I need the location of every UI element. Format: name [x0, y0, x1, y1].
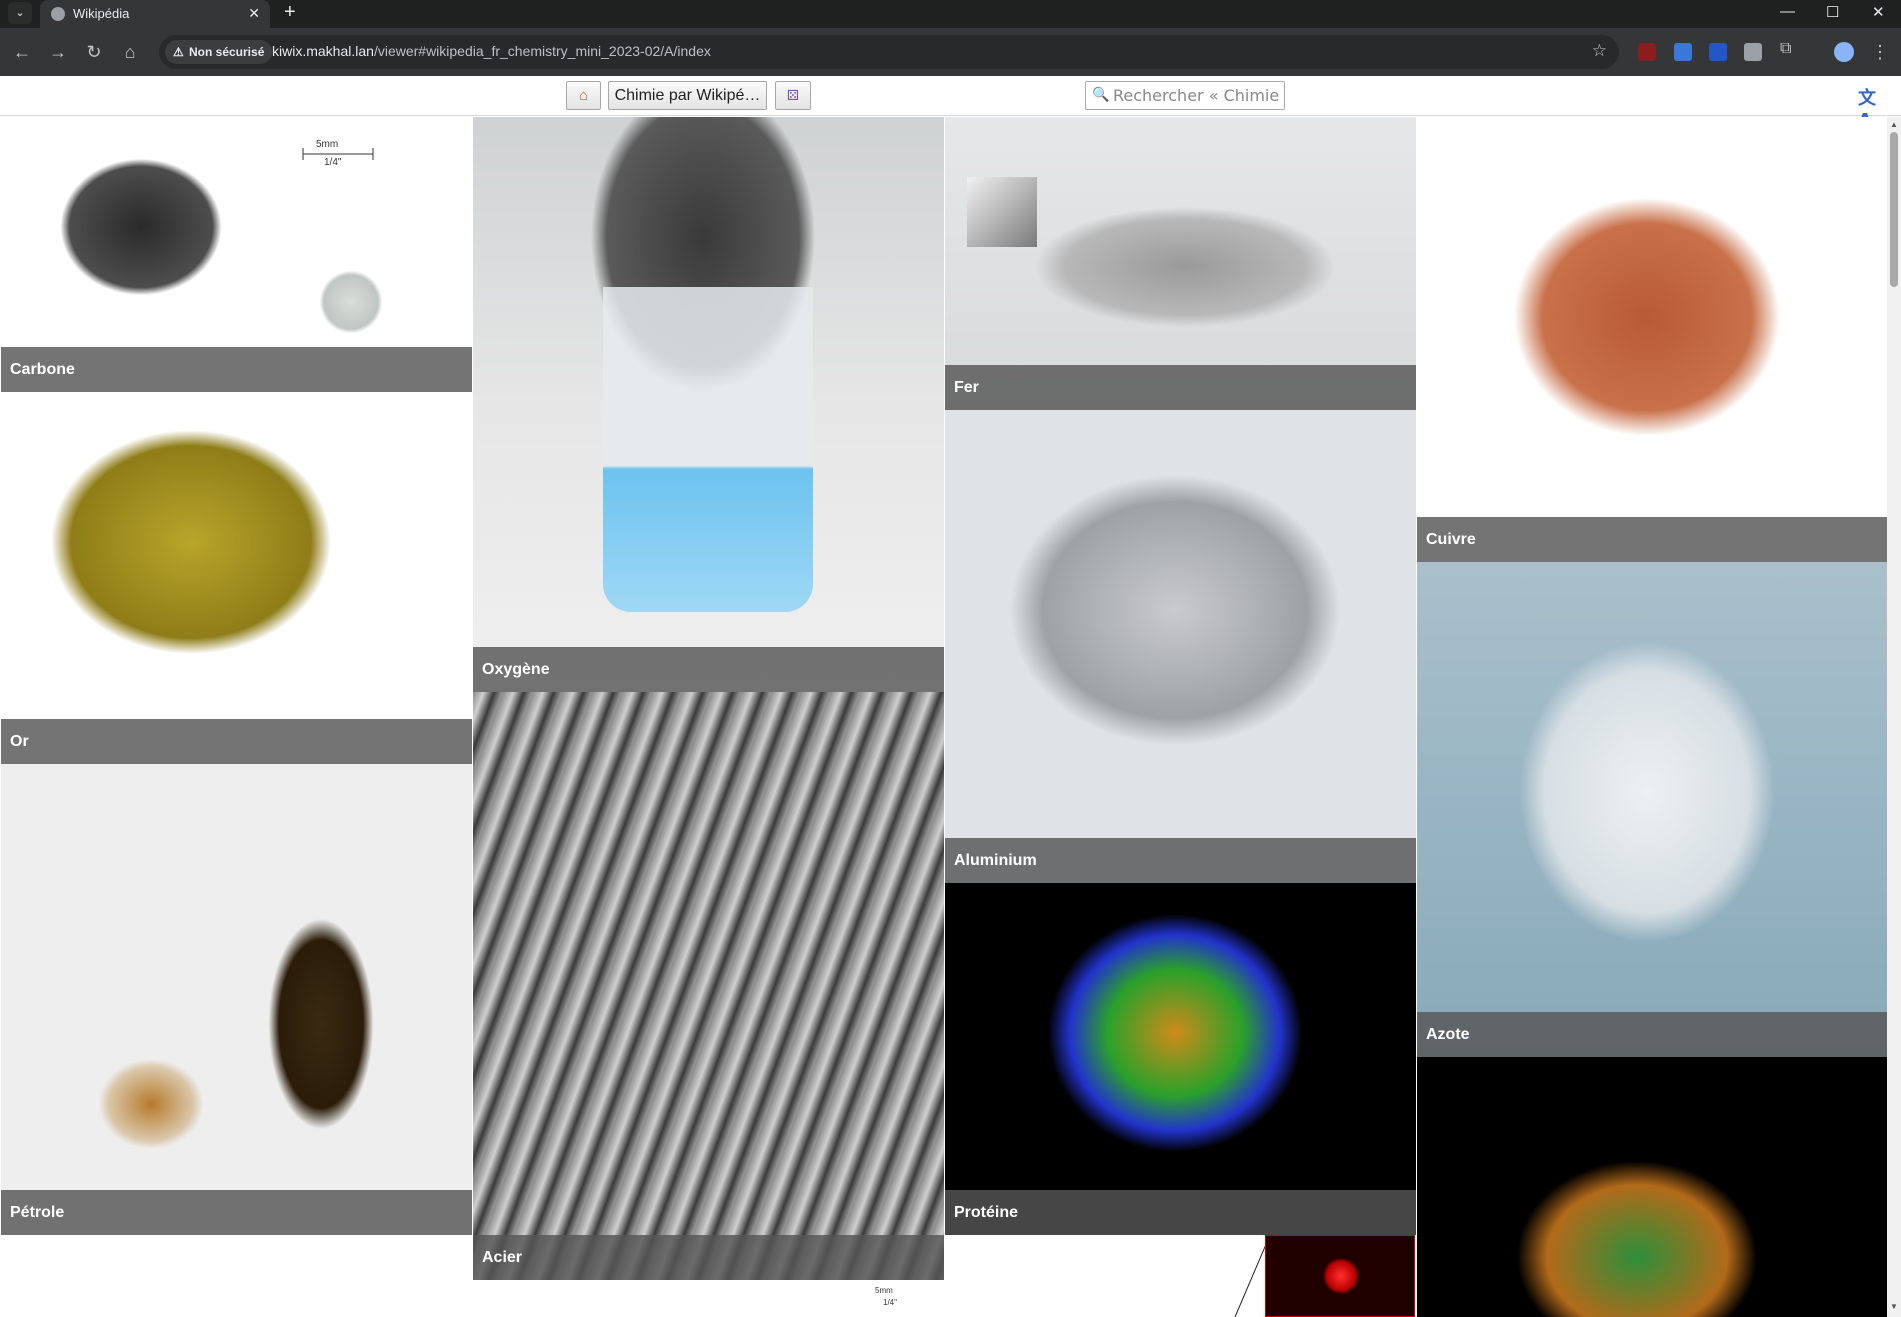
article-card-title: Pétrole — [1, 1190, 472, 1235]
back-arrow-icon[interactable]: ← — [10, 40, 34, 64]
article-grid: 5mm 1/4" Carbone Or Pétrole Oxygène Acie… — [0, 117, 1887, 1317]
magnifier-icon: 🔍 — [1092, 87, 1110, 103]
article-card-flasks[interactable] — [1416, 1057, 1887, 1317]
extension-icon-2[interactable] — [1674, 43, 1692, 61]
scale-label-top: 5mm — [316, 139, 339, 150]
profile-avatar[interactable] — [1834, 42, 1854, 62]
article-card-portrait[interactable] — [0, 1235, 472, 1317]
article-card-title: Carbone — [1, 347, 472, 392]
tab-search-button[interactable]: ⌄ — [8, 2, 32, 24]
reload-icon[interactable]: ↻ — [82, 40, 106, 64]
url-path: /viewer#wikipedia_fr_chemistry_mini_2023… — [373, 43, 711, 59]
article-card-cuivre[interactable]: Cuivre — [1416, 117, 1887, 562]
scroll-down-icon[interactable]: ▼ — [1890, 1302, 1898, 1311]
bookmark-star-icon[interactable]: ☆ — [1592, 41, 1607, 61]
article-card-title: Cuivre — [1417, 517, 1887, 562]
extension-icon-1[interactable] — [1638, 43, 1656, 61]
scale-label-bottom: 1/4" — [324, 157, 342, 168]
new-tab-button[interactable]: + — [284, 1, 296, 24]
browser-tab[interactable]: Wikipédia ✕ — [40, 0, 270, 28]
diagram-line — [1234, 1245, 1265, 1317]
page-scrollbar[interactable]: ▲ ▼ — [1887, 117, 1901, 1317]
browser-toolbar: ← → ↻ ⌂ ⚠ Non sécurisé kiwix.makhal.lan/… — [0, 28, 1901, 76]
iron-cube-image — [967, 177, 1037, 247]
security-label: Non sécurisé — [189, 45, 265, 59]
article-card-carbone[interactable]: 5mm 1/4" Carbone — [0, 117, 472, 392]
address-bar[interactable]: ⚠ Non sécurisé kiwix.makhal.lan/viewer#w… — [159, 35, 1619, 69]
article-card-title: Protéine — [945, 1190, 1416, 1235]
article-card-title: Aluminium — [945, 838, 1416, 883]
article-card-or[interactable]: Or — [0, 392, 472, 764]
article-card-title: Or — [1, 719, 472, 764]
content-home-button[interactable]: Chimie par Wikipé… — [608, 81, 767, 110]
scroll-up-icon[interactable]: ▲ — [1890, 120, 1898, 129]
random-article-button[interactable]: ⚄ — [775, 81, 811, 110]
search-placeholder: Rechercher « Chimie pa — [1113, 86, 1284, 105]
translate-icon[interactable]: 文A — [1858, 84, 1884, 131]
url-text[interactable]: kiwix.makhal.lan/viewer#wikipedia_fr_che… — [272, 43, 711, 59]
article-card-title: Azote — [1417, 1012, 1887, 1057]
article-card-title: Acier — [473, 1235, 944, 1280]
article-card-title: Oxygène — [473, 647, 944, 692]
article-card-oxygene[interactable]: Oxygène — [472, 117, 944, 692]
globe-icon — [51, 7, 65, 21]
vial-image — [603, 287, 813, 612]
scale-label-top: 5mm — [875, 1286, 893, 1295]
article-card-petrole[interactable]: Pétrole — [0, 764, 472, 1235]
article-card-proteine[interactable]: Protéine — [944, 883, 1416, 1235]
article-card-next[interactable]: 5mm 1/4" — [472, 1280, 944, 1317]
tab-title: Wikipédia — [73, 6, 130, 21]
kiwix-toolbar: ⌂ Chimie par Wikipé… ⚄ 🔍 Rechercher « Ch… — [0, 76, 1901, 131]
extension-icon-3[interactable] — [1709, 43, 1727, 61]
security-indicator[interactable]: ⚠ Non sécurisé — [165, 40, 273, 64]
maximize-icon[interactable]: ☐ — [1826, 3, 1839, 21]
tab-close-icon[interactable]: ✕ — [248, 5, 260, 22]
article-card-aluminium[interactable]: Aluminium — [944, 410, 1416, 883]
forward-arrow-icon[interactable]: → — [46, 40, 70, 64]
scrollbar-thumb[interactable] — [1890, 132, 1898, 287]
browser-tab-bar: ⌄ Wikipédia ✕ + — ☐ ✕ — [0, 0, 1901, 28]
url-host: kiwix.makhal.lan — [272, 43, 374, 59]
scale-label-bottom: 1/4" — [883, 1298, 897, 1307]
article-card-water[interactable] — [944, 1235, 1416, 1317]
extensions-puzzle-icon[interactable]: ⧉ — [1780, 40, 1798, 58]
dice-icon: ⚄ — [786, 87, 800, 103]
molecule-image — [1265, 1235, 1415, 1317]
browser-menu-icon[interactable]: ⋮ — [1868, 40, 1892, 64]
article-card-fer[interactable]: Fer — [944, 117, 1416, 410]
house-icon: ⌂ — [578, 87, 589, 104]
home-icon[interactable]: ⌂ — [118, 40, 142, 64]
article-card-title: Fer — [945, 365, 1416, 410]
minimize-icon[interactable]: — — [1780, 3, 1795, 20]
extension-icon-4[interactable] — [1744, 43, 1762, 61]
warning-icon: ⚠ — [173, 45, 184, 59]
library-home-button[interactable]: ⌂ — [566, 81, 601, 110]
kiwix-search-input[interactable]: 🔍 Rechercher « Chimie pa — [1085, 81, 1285, 110]
window-close-icon[interactable]: ✕ — [1872, 3, 1885, 21]
article-card-acier[interactable]: Acier — [472, 692, 944, 1280]
article-card-azote[interactable]: Azote — [1416, 562, 1887, 1057]
